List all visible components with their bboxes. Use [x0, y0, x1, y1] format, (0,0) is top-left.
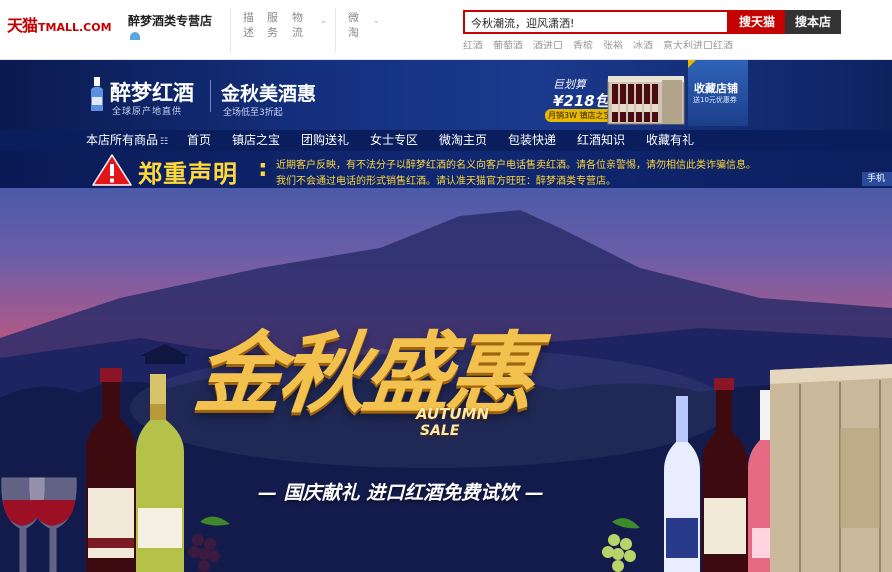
hot-keyword[interactable]: 香槟: [573, 41, 593, 49]
favorite-shop-button[interactable]: 收藏店铺 送10元优惠券: [688, 60, 748, 126]
top-header: 天猫TMALL.COM 醉梦酒类专营店 描述 服务 物流 ⌄ 微淘 ⌄ 搜天猫 …: [0, 0, 892, 60]
search-tmall-button[interactable]: 搜天猫: [729, 10, 785, 34]
grid-icon: ☷: [160, 137, 169, 147]
shop-name[interactable]: 醉梦酒类专营店: [128, 12, 212, 29]
hot-keywords: 红酒 葡萄酒 酒进口 香槟 张裕 冰酒 意大利进口红酒: [463, 37, 743, 49]
hot-keyword[interactable]: 红酒: [463, 41, 483, 49]
divider: [230, 8, 231, 52]
mobile-shop-tag[interactable]: 手机: [862, 172, 892, 186]
deal-note: 月销3W 镇店之宝: [545, 109, 615, 122]
notice-bar: 郑重声明 : 近期客户反映，有不法分子以醉梦红酒的名义向客户电话售卖红酒。请各位…: [0, 151, 892, 188]
nav-item-wine-knowledge[interactable]: 红酒知识: [577, 130, 625, 151]
hot-keyword[interactable]: 张裕: [603, 41, 623, 49]
brand-slogan: 全球原产地直供: [112, 107, 183, 117]
notice-line-1: 近期客户反映，有不法分子以醉梦红酒的名义向客户电话售卖红酒。请各位亲警惕，请勿相…: [276, 160, 756, 171]
hero-sale: SALE: [420, 423, 460, 439]
tmall-logo[interactable]: 天猫TMALL.COM: [7, 12, 112, 36]
warning-icon: [92, 154, 132, 186]
nav-item-shipping[interactable]: 包装快递: [508, 130, 556, 151]
notice-line-2: 我们不会通过电话的形式销售红酒。请认准天猫官方旺旺：醉梦酒类专营店。: [276, 176, 616, 187]
hot-keyword[interactable]: 意大利进口红酒: [663, 41, 733, 49]
shop-banner: 醉梦红酒 全球原产地直供 金秋美酒惠 全场低至3折起 巨划算 ¥218包邮 月销…: [0, 60, 892, 130]
shop-badge-icon: [130, 32, 140, 40]
shop-rating-desc[interactable]: 描述: [243, 10, 255, 44]
weitao-link[interactable]: 微淘: [348, 10, 360, 58]
promo-subtitle: 全场低至3折起: [223, 108, 283, 118]
ribbon-icon: [688, 60, 696, 68]
hero-banner[interactable]: 金秋盛惠 AUTUMN SALE — 国庆献礼 进口红酒免费试饮 —: [0, 188, 892, 572]
logo-text-cn: 天猫: [7, 16, 38, 35]
nav-item-home[interactable]: 首页: [187, 130, 211, 151]
favorite-subtitle: 送10元优惠券: [693, 96, 737, 104]
hot-keyword[interactable]: 酒进口: [533, 41, 563, 49]
deal-badge[interactable]: 巨划算 ¥218包邮 月销3W 镇店之宝: [545, 76, 625, 124]
nav-item-ladies[interactable]: 女士专区: [370, 130, 418, 151]
search-input[interactable]: [465, 13, 727, 33]
hero-autumn: AUTUMN: [416, 405, 490, 423]
search-box: [463, 10, 729, 34]
notice-colon: :: [258, 154, 268, 182]
hot-keyword[interactable]: 葡萄酒: [493, 41, 523, 49]
nav-item-treasure[interactable]: 镇店之宝: [232, 130, 280, 151]
divider: [210, 80, 211, 112]
hero-subtitle: — 国庆献礼 进口红酒免费试饮 —: [258, 482, 544, 504]
shop-rating-logistics[interactable]: 物流: [292, 10, 304, 44]
nav-item-weitao[interactable]: 微淘主页: [439, 130, 487, 151]
brand-name: 醉梦红酒: [110, 81, 194, 105]
shop-rating-service[interactable]: 服务: [267, 10, 279, 44]
wooden-wine-box-image: [770, 364, 892, 572]
hot-keyword[interactable]: 冰酒: [633, 41, 653, 49]
nav-item-favorite-gift[interactable]: 收藏有礼: [646, 130, 694, 151]
wine-bottle-icon: [91, 77, 103, 111]
notice-title: 郑重声明: [138, 160, 238, 188]
chevron-down-icon[interactable]: ⌄: [373, 16, 380, 25]
page: 天猫TMALL.COM 醉梦酒类专营店 描述 服务 物流 ⌄ 微淘 ⌄ 搜天猫 …: [0, 0, 892, 572]
logo-text-en: TMALL.COM: [38, 21, 112, 34]
search-shop-button[interactable]: 搜本店: [785, 10, 841, 34]
wine-gift-box-image[interactable]: [606, 66, 686, 126]
divider: [335, 8, 336, 52]
nav-item-group-gift[interactable]: 团购送礼: [301, 130, 349, 151]
shop-nav: 本店所有商品 ☷ 首页 镇店之宝 团购送礼 女士专区 微淘主页 包装快递 红酒知识…: [0, 130, 892, 151]
favorite-title: 收藏店铺: [694, 82, 738, 95]
chevron-down-icon[interactable]: ⌄: [320, 16, 327, 25]
promo-title[interactable]: 金秋美酒惠: [221, 79, 316, 106]
nav-item-all-products[interactable]: 本店所有商品 ☷: [86, 130, 168, 151]
nav-item-label: 本店所有商品: [86, 133, 159, 147]
